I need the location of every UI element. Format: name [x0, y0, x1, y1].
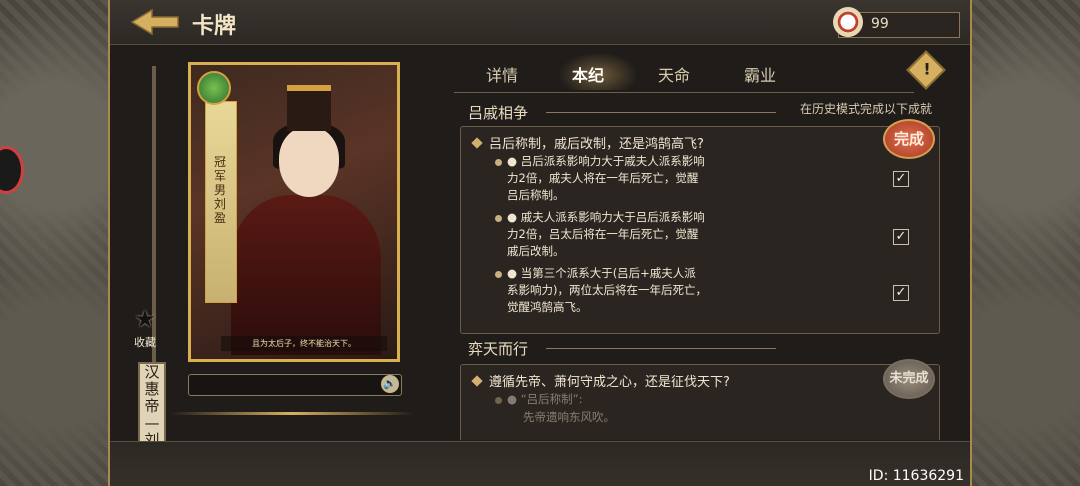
tab-destiny[interactable]: 天命: [658, 62, 690, 86]
diamond-bullet-icon: [471, 137, 483, 149]
currency-display: 99: [833, 7, 960, 38]
condition-dot: [495, 397, 502, 404]
left-decorative-panel: [0, 0, 108, 486]
tab-bar: 详情 本纪 天命 霸业: [454, 52, 914, 93]
incomplete-seal: 未完成: [883, 359, 935, 399]
gold-divider: [170, 412, 414, 415]
condition-dot: [495, 215, 502, 222]
achievement-box: 吕后称制，戚后改制，还是鸿鹄高飞? 完成 ● 吕后派系影响力大于戚夫人派系影响力…: [460, 119, 940, 334]
tab-chronicle[interactable]: 本纪: [572, 62, 604, 86]
hero-card-portrait[interactable]: 冠军男刘盈 且为太后子，终不能治天下。: [188, 62, 400, 362]
back-arrow-icon[interactable]: [130, 8, 180, 36]
card-sash-text: 冠军男刘盈: [213, 155, 226, 225]
collect-label[interactable]: 收藏: [130, 334, 160, 350]
card-panel: ★ 收藏 汉惠帝—刘盈 冠军男刘盈 且为太后子，终不能治天下。 🔊: [130, 56, 430, 476]
complete-seal: 完成: [883, 119, 935, 159]
user-id: ID: 11636291: [868, 468, 964, 484]
condition-checkbox: ✓: [893, 285, 909, 301]
diamond-bullet-icon: [471, 375, 483, 387]
feather-coin-icon: [833, 7, 863, 37]
condition-text: 先帝遗响东风吹。: [523, 410, 615, 424]
voice-bar[interactable]: 🔊: [188, 374, 402, 396]
achievement-question: 吕后称制，戚后改制，还是鸿鹄高飞?: [489, 137, 704, 152]
condition-text: ● 当第三个派系大于(吕后+戚夫人派系影响力)，两位太后将在一年后死亡，觉醒鸿鹄…: [507, 266, 707, 314]
condition-checkbox: ✓: [893, 229, 909, 245]
tab-hegemony[interactable]: 霸业: [744, 62, 776, 86]
right-decorative-panel: [972, 0, 1080, 486]
bottom-bar: ID: 11636291: [110, 441, 970, 486]
condition-text: ● 吕后派系影响力大于戚夫人派系影响力2倍，戚夫人将在一年后死亡，觉醒吕后称制。: [507, 154, 705, 202]
chronicle-content[interactable]: 吕戚相争 在历史模式完成以下成就 吕后称制，戚后改制，还是鸿鹄高飞? 完成 ● …: [454, 92, 950, 440]
condition-dot: [495, 159, 502, 166]
card-quote: 且为太后子，终不能治天下。: [221, 336, 387, 351]
star-icon[interactable]: ★: [132, 306, 158, 332]
section-title: 弈天而行: [468, 340, 529, 358]
portrait-face: [279, 127, 339, 197]
section-divider: [546, 112, 776, 113]
condition-text: ● 戚夫人派系影响力大于吕后派系影响力2倍，吕太后将在一年后死亡，觉醒戚后改制。: [507, 210, 705, 258]
main-frame: 卡牌 99 ★ 收藏 汉惠帝—刘盈 冠军男刘盈 且为太后子，终不能治天下。 🔊: [108, 0, 972, 486]
section-divider: [546, 348, 776, 349]
portrait-crown: [287, 85, 331, 131]
section-note: 在历史模式完成以下成就: [799, 102, 932, 116]
condition-text: ● “吕后称制”:: [507, 392, 583, 406]
portrait-robe: [231, 195, 381, 355]
section-title: 吕戚相争: [468, 104, 529, 122]
tab-details[interactable]: 详情: [486, 62, 518, 86]
achievement-box: 遵循先帝、萧何守成之心，还是征伐天下? 未完成 ● “吕后称制”: 先帝遗响东风…: [460, 359, 940, 440]
currency-value: 99: [871, 16, 889, 32]
page-title: 卡牌: [192, 14, 237, 39]
condition-dot: [495, 271, 502, 278]
condition-checkbox: ✓: [893, 171, 909, 187]
achievement-question: 遵循先帝、萧何守成之心，还是征伐天下?: [489, 375, 730, 390]
top-bar: 卡牌 99: [110, 0, 970, 45]
speaker-icon[interactable]: 🔊: [381, 375, 399, 393]
card-rank-badge-icon: [197, 71, 231, 105]
